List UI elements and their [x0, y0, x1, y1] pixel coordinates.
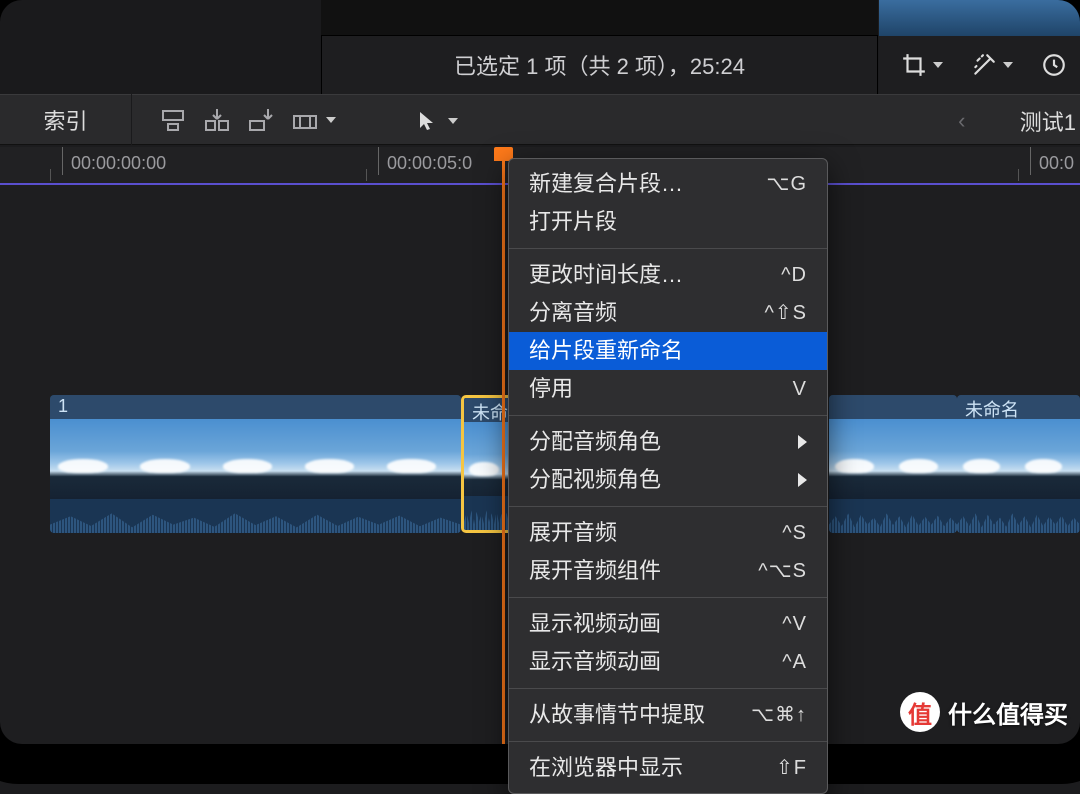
retime-tool[interactable] — [1041, 52, 1067, 78]
chevron-down-icon — [326, 117, 336, 123]
ruler-tick — [366, 169, 375, 181]
timeline-toolbar: 索引 ‹ 测试1 — [0, 94, 1080, 145]
menu-item-label: 停用 — [529, 374, 573, 404]
menu-item-label: 展开音频 — [529, 518, 617, 548]
menu-item-label: 从故事情节中提取 — [529, 700, 705, 730]
history-back-button[interactable]: ‹ — [922, 108, 1002, 134]
timeline-clip[interactable]: 未命名 — [957, 395, 1080, 533]
menu-shortcut: ⌥⌘↑ — [751, 700, 807, 730]
viewer-pane-top — [321, 0, 878, 36]
overwrite-clip-dropdown[interactable] — [292, 107, 336, 133]
menu-item-label: 给片段重新命名 — [529, 336, 683, 366]
menu-shortcut: ^⌥S — [758, 556, 807, 586]
timeline-clip[interactable]: 1 — [50, 395, 461, 533]
ruler-tick — [1018, 169, 1027, 181]
chevron-down-icon — [448, 118, 458, 124]
menu-item[interactable]: 打开片段 — [509, 203, 827, 241]
clip-video-thumbs — [829, 419, 957, 499]
menu-item[interactable]: 停用 V — [509, 370, 827, 408]
menu-item[interactable]: 更改时间长度… ^D — [509, 256, 827, 294]
clip-audio-wave — [50, 499, 461, 533]
submenu-arrow-icon — [798, 435, 807, 449]
menu-shortcut: ^D — [781, 260, 807, 290]
menu-shortcut: ^⇧S — [765, 298, 807, 328]
menu-item[interactable]: 从故事情节中提取 ⌥⌘↑ — [509, 696, 827, 734]
watermark-badge: 值 — [900, 692, 940, 732]
viewer-thumbnail — [879, 0, 1080, 36]
menu-separator — [509, 688, 827, 689]
browser-pane — [0, 0, 321, 94]
index-label: 索引 — [43, 104, 87, 136]
menu-item[interactable]: 新建复合片段… ⌥G — [509, 165, 827, 203]
overwrite-clip-icon — [292, 107, 318, 133]
ruler-tick — [50, 169, 59, 181]
crop-tool[interactable] — [901, 52, 943, 78]
ruler-timecode: 00:0 — [1030, 147, 1074, 175]
clip-label: 未命 — [464, 398, 514, 422]
menu-item[interactable]: 分配音频角色 — [509, 423, 827, 461]
menu-shortcut: ⌥G — [766, 169, 807, 199]
menu-item-label: 打开片段 — [529, 207, 617, 237]
clip-context-menu: 新建复合片段… ⌥G 打开片段更改时间长度… ^D 分离音频 ^⇧S 给片段重新命名停用 V 分… — [508, 158, 828, 794]
menu-shortcut: V — [793, 374, 807, 404]
index-button[interactable]: 索引 — [0, 94, 132, 145]
menu-item-label: 更改时间长度… — [529, 260, 683, 290]
viewer-tools — [879, 36, 1080, 94]
watermark: 值 什么值得买 — [900, 692, 1068, 732]
chevron-down-icon — [1003, 62, 1013, 68]
timeline-clip[interactable] — [829, 395, 957, 533]
menu-item-label: 显示音频动画 — [529, 647, 661, 677]
menu-item[interactable]: 展开音频组件 ^⌥S — [509, 552, 827, 590]
clip-audio-wave — [464, 496, 514, 530]
menu-shortcut: ^V — [782, 609, 807, 639]
watermark-text: 什么值得买 — [948, 695, 1068, 730]
project-title[interactable]: 测试1 — [1002, 105, 1080, 137]
menu-separator — [509, 248, 827, 249]
status-bar: 已选定 1 项（共 2 项），25:24 — [321, 36, 878, 94]
menu-separator — [509, 741, 827, 742]
menu-item[interactable]: 在浏览器中显示 ⇧F — [509, 749, 827, 787]
menu-separator — [509, 597, 827, 598]
menu-item-label: 展开音频组件 — [529, 556, 661, 586]
menu-item[interactable]: 显示音频动画 ^A — [509, 643, 827, 681]
clip-audio-wave — [957, 499, 1080, 533]
ruler-timecode: 00:00:05:0 — [378, 147, 472, 175]
menu-separator — [509, 506, 827, 507]
clip-video-thumbs — [50, 419, 461, 499]
ruler-timecode: 00:00:00:00 — [62, 147, 166, 175]
clip-label — [829, 395, 957, 419]
clip-label: 未命名 — [957, 395, 1080, 419]
menu-item[interactable]: 给片段重新命名 — [509, 332, 827, 370]
menu-shortcut: ^A — [782, 647, 807, 677]
menu-item-label: 分离音频 — [529, 298, 617, 328]
menu-shortcut: ^S — [782, 518, 807, 548]
menu-item-label: 显示视频动画 — [529, 609, 661, 639]
clip-label: 1 — [50, 395, 461, 419]
selection-status: 已选定 1 项（共 2 项），25:24 — [454, 49, 745, 81]
menu-item-label: 分配视频角色 — [529, 465, 661, 495]
menu-shortcut: ⇧F — [776, 753, 807, 783]
menu-item[interactable]: 显示视频动画 ^V — [509, 605, 827, 643]
chevron-down-icon — [933, 62, 943, 68]
clip-video-thumbs — [464, 422, 514, 502]
enhance-tool[interactable] — [971, 52, 1013, 78]
insert-clip-icon[interactable] — [204, 107, 230, 133]
clip-video-thumbs — [957, 419, 1080, 499]
menu-item[interactable]: 分配视频角色 — [509, 461, 827, 499]
menu-item-label: 新建复合片段… — [529, 169, 683, 199]
append-clip-icon[interactable] — [248, 107, 274, 133]
menu-item-label: 分配音频角色 — [529, 427, 661, 457]
menu-item-label: 在浏览器中显示 — [529, 753, 683, 783]
arrow-cursor-icon — [418, 110, 436, 132]
playhead[interactable] — [502, 147, 505, 744]
menu-item[interactable]: 展开音频 ^S — [509, 514, 827, 552]
menu-separator — [509, 415, 827, 416]
menu-item[interactable]: 分离音频 ^⇧S — [509, 294, 827, 332]
clip-audio-wave — [829, 499, 957, 533]
connect-clip-icon[interactable] — [160, 107, 186, 133]
submenu-arrow-icon — [798, 473, 807, 487]
select-tool-dropdown[interactable] — [418, 95, 458, 146]
